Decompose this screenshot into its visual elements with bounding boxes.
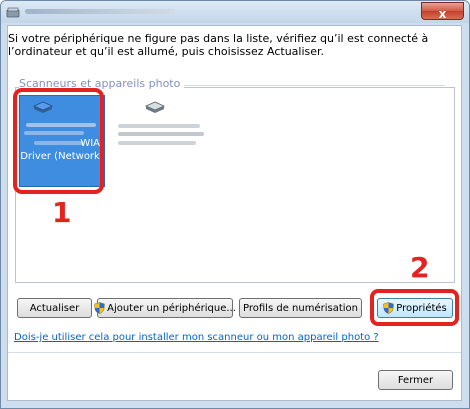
- footer-divider: [8, 352, 461, 353]
- scanner-icon: [145, 101, 165, 113]
- device-name-redacted: [118, 132, 204, 136]
- close-button[interactable]: Fermer: [378, 370, 453, 390]
- device-name-redacted: [118, 141, 196, 145]
- uac-shield-icon: [94, 302, 105, 314]
- scanner-app-icon: [6, 7, 20, 18]
- refresh-button[interactable]: Actualiser: [17, 298, 92, 318]
- scan-profiles-button-label: Profils de numérisation: [243, 302, 358, 314]
- help-link[interactable]: Dois-je utiliser cela pour installer mon…: [14, 332, 379, 343]
- add-device-button-label: Ajouter un périphérique...: [107, 302, 236, 314]
- close-button-label: Fermer: [397, 374, 434, 386]
- refresh-button-label: Actualiser: [29, 302, 80, 314]
- window-title-redacted: [25, 9, 175, 14]
- title-bar[interactable]: x: [1, 1, 469, 23]
- add-device-button[interactable]: Ajouter un périphérique...: [94, 298, 236, 318]
- device-name-redacted: [118, 124, 200, 128]
- close-icon: x: [438, 7, 447, 21]
- callout-number-1: 1: [52, 196, 72, 229]
- instruction-text: Si votre périphérique ne figure pas dans…: [8, 32, 429, 58]
- close-window-button[interactable]: x: [421, 2, 464, 21]
- callout-box-2: [370, 289, 459, 326]
- scan-profiles-button[interactable]: Profils de numérisation: [239, 298, 362, 318]
- callout-number-2: 2: [410, 251, 430, 284]
- group-divider: [145, 85, 445, 86]
- callout-box-1: [13, 88, 104, 194]
